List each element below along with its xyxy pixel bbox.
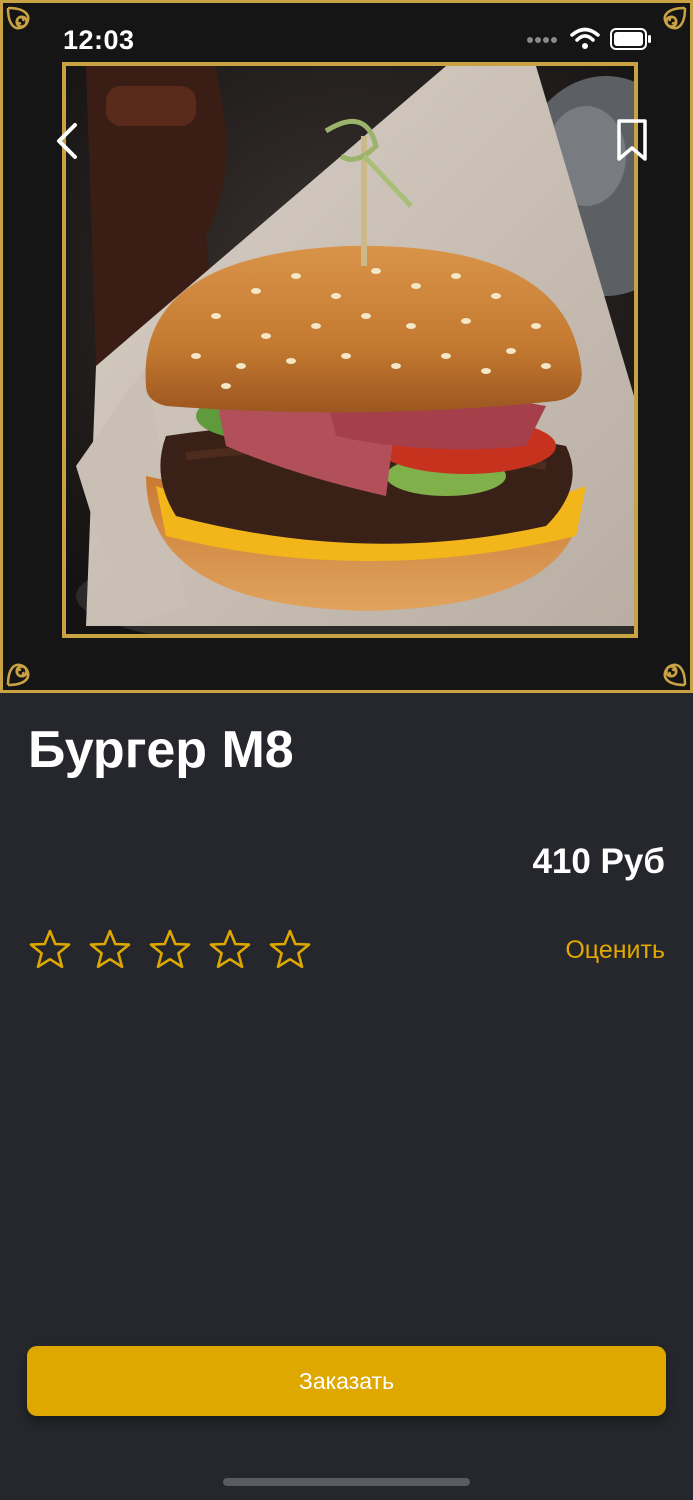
back-button[interactable] — [47, 115, 87, 167]
product-title: Бургер М8 — [28, 721, 294, 779]
corner-ornament-icon — [6, 663, 30, 687]
rating-stars[interactable] — [28, 928, 312, 972]
product-price: 410 Руб — [532, 842, 665, 881]
corner-ornament-icon — [6, 6, 30, 30]
corner-ornament-icon — [663, 663, 687, 687]
rate-link[interactable]: Оценить — [565, 936, 665, 965]
bookmark-button[interactable] — [609, 115, 655, 167]
star-icon[interactable] — [28, 928, 72, 972]
star-icon[interactable] — [88, 928, 132, 972]
star-icon[interactable] — [208, 928, 252, 972]
star-icon[interactable] — [268, 928, 312, 972]
signal-icon — [527, 37, 557, 43]
order-button[interactable]: Заказать — [27, 1346, 666, 1416]
battery-icon — [610, 28, 651, 50]
product-photo — [62, 62, 638, 638]
star-icon[interactable] — [148, 928, 192, 972]
wifi-icon — [570, 27, 600, 49]
status-icons — [526, 27, 652, 51]
product-hero: 12:03 — [0, 0, 693, 693]
status-time: 12:03 — [63, 25, 135, 55]
order-button-label: Заказать — [298, 1367, 395, 1394]
home-indicator — [223, 1478, 470, 1486]
